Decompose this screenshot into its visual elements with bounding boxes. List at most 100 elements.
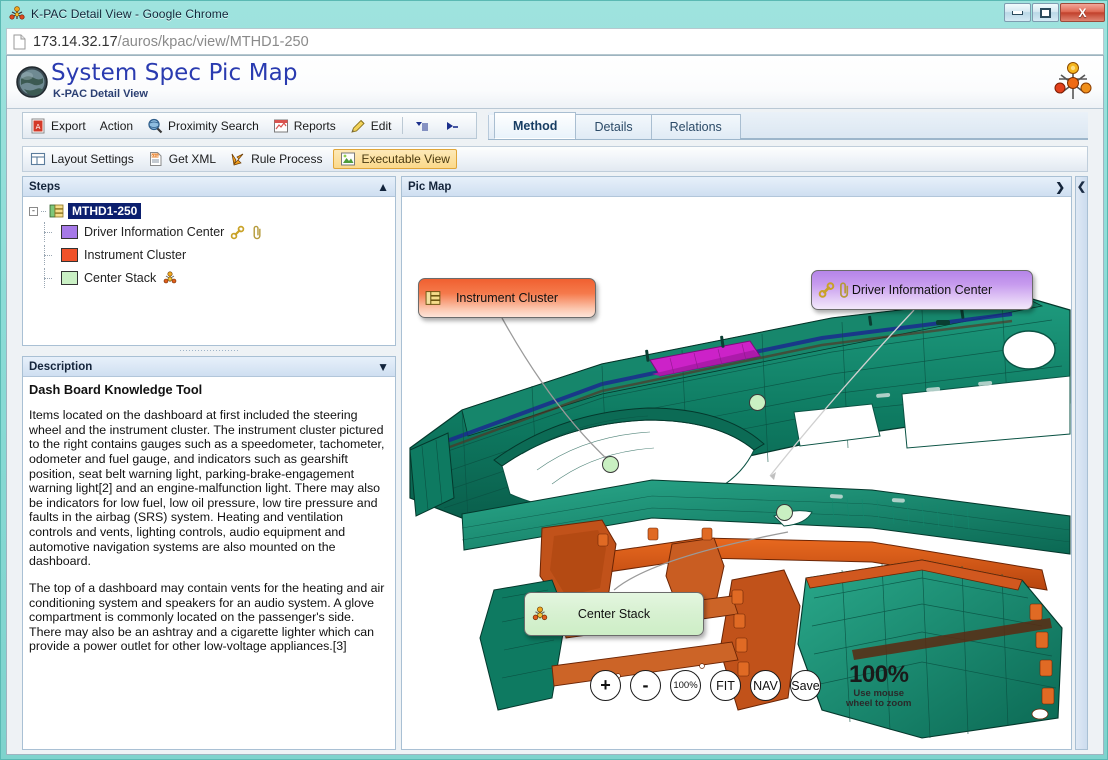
maximize-button[interactable]	[1032, 3, 1059, 22]
toolbar-layout-settings-label: Layout Settings	[51, 152, 134, 166]
save-view-button[interactable]: Save	[790, 670, 821, 702]
steps-panel-header[interactable]: Steps ▲	[23, 177, 395, 197]
toolbar-get-xml-button[interactable]: XML Get XML	[141, 147, 223, 172]
svg-text:A: A	[36, 123, 41, 131]
chevron-up-icon[interactable]: ▲	[377, 180, 389, 194]
layout-settings-icon	[30, 152, 46, 166]
main-split-area: Steps ▲ - MTHD1-250 Driver Information C…	[22, 176, 1088, 750]
toolbar-layout-settings-button[interactable]: Layout Settings	[23, 147, 141, 172]
chevron-left-icon[interactable]: ❮	[1077, 180, 1086, 749]
zoom-level-indicator: 100% Use mouse wheel to zoom	[846, 663, 911, 709]
tab-details[interactable]: Details	[575, 114, 652, 139]
tree-item-instrument-cluster[interactable]: Instrument Cluster	[41, 245, 391, 265]
link-icon[interactable]	[818, 282, 835, 299]
color-swatch	[61, 248, 78, 262]
rule-process-icon	[231, 153, 244, 166]
pic-map-header[interactable]: Pic Map ❯	[402, 177, 1071, 197]
close-button[interactable]: X	[1060, 3, 1105, 22]
molecule-icon[interactable]	[162, 270, 178, 286]
description-paragraph-2: The top of a dashboard may contain vents…	[29, 580, 385, 654]
zoom-fit-button[interactable]: FIT	[710, 670, 741, 702]
toolbar-edit-label: Edit	[370, 118, 392, 133]
pic-map-canvas[interactable]: Instrument Cluster Driver Information Ce…	[402, 198, 1071, 749]
callout-instrument-cluster[interactable]: Instrument Cluster	[418, 278, 596, 318]
toolbar-rule-process-button[interactable]: Rule Process	[223, 147, 329, 172]
tree-item-center-stack[interactable]: Center Stack	[41, 268, 391, 288]
hotspot-instrument-cluster[interactable]	[602, 456, 619, 473]
callout-center-stack[interactable]: Center Stack	[524, 592, 704, 636]
chevron-right-icon[interactable]: ❯	[1055, 180, 1065, 194]
description-text: Dash Board Knowledge Tool Items located …	[23, 377, 395, 749]
browser-window: K-PAC Detail View - Google Chrome X 173.…	[0, 0, 1108, 760]
minimize-button[interactable]	[1004, 3, 1031, 22]
toolbar-reports-button[interactable]: Reports	[266, 113, 343, 138]
panel-collapse-rail[interactable]: ❮	[1075, 176, 1088, 750]
pic-map-panel: Pic Map ❯ Instrument Cluster Driver Info…	[401, 176, 1072, 750]
maximize-icon	[1040, 7, 1051, 18]
address-bar[interactable]: 173.14.32.17/auros/kpac/view/MTHD1-250	[6, 28, 1104, 55]
title-bar: K-PAC Detail View - Google Chrome X	[1, 1, 1108, 26]
executable-view-icon	[341, 152, 356, 166]
toolbar-executable-view-label: Executable View	[361, 152, 450, 166]
url-path: /auros/kpac/view/MTHD1-250	[117, 33, 309, 50]
pic-map-title: Pic Map	[408, 180, 452, 193]
status-strip	[7, 754, 1103, 755]
zoom-out-button[interactable]: -	[630, 670, 661, 702]
tab-strip-filler	[739, 114, 1088, 139]
application-content: System Spec Pic Map K-PAC Detail View A …	[6, 55, 1104, 755]
magnifier-globe-icon	[148, 118, 163, 133]
color-swatch	[61, 225, 78, 239]
description-heading: Dash Board Knowledge Tool	[29, 382, 203, 397]
tree-item-label: Driver Information Center	[84, 225, 225, 239]
zoom-in-button[interactable]: +	[590, 670, 621, 702]
primary-toolbar: A Export Action Proximity Search Reports…	[22, 112, 477, 139]
zoom-out-label: -	[642, 675, 649, 696]
tree-item-driver-information-center[interactable]: Driver Information Center	[41, 222, 391, 242]
tree-item-label: Instrument Cluster	[84, 248, 187, 262]
paperclip-icon[interactable]	[838, 282, 851, 299]
callout-label: Center Stack	[577, 607, 651, 621]
link-icon[interactable]	[230, 225, 245, 240]
callout-icons	[531, 605, 549, 623]
tree-root-node[interactable]: - MTHD1-250	[27, 203, 391, 219]
toolbar-proximity-search-button[interactable]: Proximity Search	[140, 113, 266, 138]
zoom-hint: Use mouse wheel to zoom	[846, 689, 911, 709]
tree-connector	[41, 268, 55, 288]
page-title: System Spec Pic Map	[51, 60, 298, 86]
zoom-reset-button[interactable]: 100%	[670, 670, 701, 702]
paperclip-icon[interactable]	[251, 225, 264, 240]
page-icon	[13, 34, 26, 49]
molecule-icon[interactable]	[531, 605, 549, 623]
zoom-fit-label: FIT	[716, 678, 735, 693]
steps-panel: Steps ▲ - MTHD1-250 Driver Information C…	[22, 176, 396, 346]
toolbar-executable-view-button[interactable]: Executable View	[333, 149, 457, 169]
navigate-button[interactable]: NAV	[750, 670, 781, 702]
window-title: K-PAC Detail View - Google Chrome	[31, 6, 229, 21]
chevron-down-icon[interactable]: ▼	[377, 360, 389, 374]
hotspot-driver-information-center[interactable]	[749, 394, 766, 411]
steps-panel-title: Steps	[29, 180, 61, 193]
tree-connector	[41, 210, 46, 212]
toolbar-action-button[interactable]: Action	[93, 113, 140, 138]
zoom-hint-line-2: wheel to zoom	[846, 697, 912, 709]
toolbar-export-label: Export	[51, 118, 86, 133]
panel-splitter[interactable]	[22, 347, 396, 355]
description-panel-header[interactable]: Description ▼	[23, 357, 395, 377]
toolbar-edit-button[interactable]: Edit	[343, 113, 399, 138]
tree-expander[interactable]: -	[29, 206, 38, 216]
toolbar-dropdown-list-button[interactable]	[407, 113, 437, 138]
hotspot-center-stack[interactable]	[776, 504, 793, 521]
tree-connector	[41, 222, 55, 242]
molecule-brand-logo	[1054, 62, 1092, 99]
toolbar-export-button[interactable]: A Export	[23, 113, 93, 138]
callout-driver-information-center[interactable]: Driver Information Center	[811, 270, 1033, 310]
secondary-toolbar: Layout Settings XML Get XML Rule Process	[22, 146, 1088, 172]
window-buttons: X	[1004, 3, 1105, 22]
left-column: Steps ▲ - MTHD1-250 Driver Information C…	[22, 176, 396, 750]
tab-method[interactable]: Method	[494, 112, 577, 139]
description-panel: Description ▼ Dash Board Knowledge Tool …	[22, 356, 396, 750]
tab-relations[interactable]: Relations	[650, 114, 741, 139]
close-icon: X	[1078, 5, 1087, 20]
page-subtitle: K-PAC Detail View	[53, 88, 148, 100]
toolbar-play-step-button[interactable]	[437, 113, 467, 138]
